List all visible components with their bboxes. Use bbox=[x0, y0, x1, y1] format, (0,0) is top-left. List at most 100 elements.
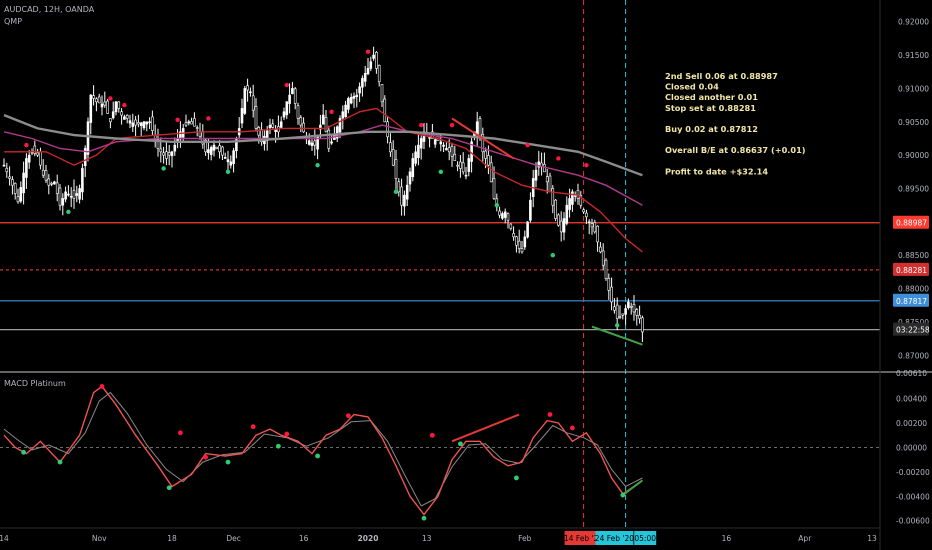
candle bbox=[610, 286, 613, 303]
macd-trough-dot bbox=[276, 443, 281, 449]
time-tick-label: Nov bbox=[92, 534, 107, 543]
candle bbox=[313, 140, 317, 146]
candle bbox=[47, 178, 51, 186]
candle bbox=[293, 88, 297, 104]
candle bbox=[125, 114, 129, 119]
candle bbox=[419, 138, 423, 149]
trade-note-line: Overall B/E at 0.86637 (+0.01) bbox=[665, 145, 806, 155]
macd-peak-dot bbox=[284, 431, 290, 437]
candle bbox=[16, 196, 20, 203]
chart-background bbox=[0, 0, 932, 550]
price-tick-label: 0.89500 bbox=[898, 185, 929, 194]
candle bbox=[221, 146, 224, 156]
candle bbox=[137, 122, 140, 125]
candle bbox=[229, 161, 233, 166]
candle bbox=[453, 153, 457, 161]
buy-signal-dot bbox=[615, 323, 620, 328]
candle bbox=[447, 147, 451, 153]
buy-signal-dot bbox=[438, 169, 443, 175]
candle bbox=[209, 147, 213, 155]
candle bbox=[529, 199, 532, 221]
sell-signal-dot bbox=[329, 109, 334, 114]
candle bbox=[545, 176, 549, 183]
candle bbox=[271, 123, 275, 128]
candle bbox=[64, 191, 67, 200]
candle bbox=[291, 88, 294, 95]
price-tick-label: 0.91500 bbox=[898, 51, 929, 60]
sell-signal-dot bbox=[175, 117, 180, 122]
candle bbox=[243, 88, 247, 114]
candle bbox=[142, 121, 146, 129]
macd-peak-dot bbox=[430, 432, 435, 438]
candle bbox=[190, 121, 193, 125]
candle bbox=[363, 73, 367, 82]
candle bbox=[391, 149, 395, 166]
trade-note-line: 2nd Sell 0.06 at 0.88987 bbox=[665, 71, 778, 81]
candle bbox=[78, 188, 81, 200]
candle bbox=[635, 309, 639, 316]
candle bbox=[548, 175, 552, 193]
candle bbox=[417, 144, 420, 159]
candle bbox=[55, 182, 59, 194]
candle bbox=[599, 246, 602, 253]
candle bbox=[386, 121, 389, 138]
trading-chart: 0.92000 0.91500 0.91000 0.90500 0.90000 0.895… bbox=[0, 0, 932, 550]
candle bbox=[254, 106, 258, 129]
candle bbox=[582, 209, 585, 213]
candle bbox=[450, 146, 454, 157]
candle bbox=[607, 278, 611, 291]
candle bbox=[520, 248, 524, 253]
candle bbox=[394, 159, 398, 179]
candle bbox=[523, 236, 527, 248]
candle bbox=[526, 221, 529, 238]
buy-signal-dot bbox=[550, 253, 555, 258]
sell-signal-dot bbox=[449, 122, 455, 128]
candle bbox=[232, 150, 235, 164]
macd-trough-dot bbox=[225, 459, 231, 465]
candle bbox=[134, 119, 137, 126]
price-tick-label: 0.90500 bbox=[898, 118, 929, 127]
trade-note-line: Closed 0.04 bbox=[665, 82, 719, 92]
candle bbox=[165, 151, 168, 159]
macd-peak-dot bbox=[346, 413, 351, 419]
candle bbox=[632, 304, 636, 313]
candle bbox=[148, 121, 151, 124]
candle bbox=[615, 304, 619, 319]
candle bbox=[506, 213, 510, 221]
candle bbox=[512, 233, 515, 238]
candle bbox=[151, 116, 154, 131]
candle bbox=[327, 129, 331, 149]
candle bbox=[307, 140, 311, 145]
candle bbox=[405, 184, 409, 200]
candle bbox=[299, 117, 303, 126]
price-tick-label: 0.88500 bbox=[898, 251, 929, 260]
macd-trough-dot bbox=[620, 492, 626, 498]
candle bbox=[69, 195, 73, 198]
candle bbox=[442, 144, 445, 147]
sell-signal-dot bbox=[24, 142, 29, 148]
candle bbox=[517, 240, 521, 249]
candle bbox=[11, 179, 14, 186]
macd-tick-label: 0.00400 bbox=[896, 395, 927, 404]
candle bbox=[25, 158, 28, 178]
candle bbox=[433, 139, 437, 145]
time-tick-label: Apr bbox=[798, 534, 812, 543]
candle bbox=[5, 167, 9, 173]
candle bbox=[366, 68, 370, 75]
macd-peak-dot bbox=[99, 384, 105, 389]
sell-signal-dot bbox=[206, 116, 211, 121]
candle bbox=[590, 223, 594, 228]
candle bbox=[22, 172, 25, 194]
candle bbox=[249, 91, 252, 94]
macd-trough-dot bbox=[315, 453, 320, 459]
candle bbox=[53, 181, 56, 185]
sell-signal-dot bbox=[108, 96, 113, 101]
candle bbox=[58, 187, 62, 206]
candle bbox=[72, 190, 76, 199]
candle bbox=[296, 105, 300, 119]
candle bbox=[618, 316, 622, 318]
candle bbox=[554, 199, 557, 219]
buy-signal-dot bbox=[494, 202, 499, 208]
candle bbox=[408, 171, 412, 185]
candle bbox=[621, 313, 625, 316]
